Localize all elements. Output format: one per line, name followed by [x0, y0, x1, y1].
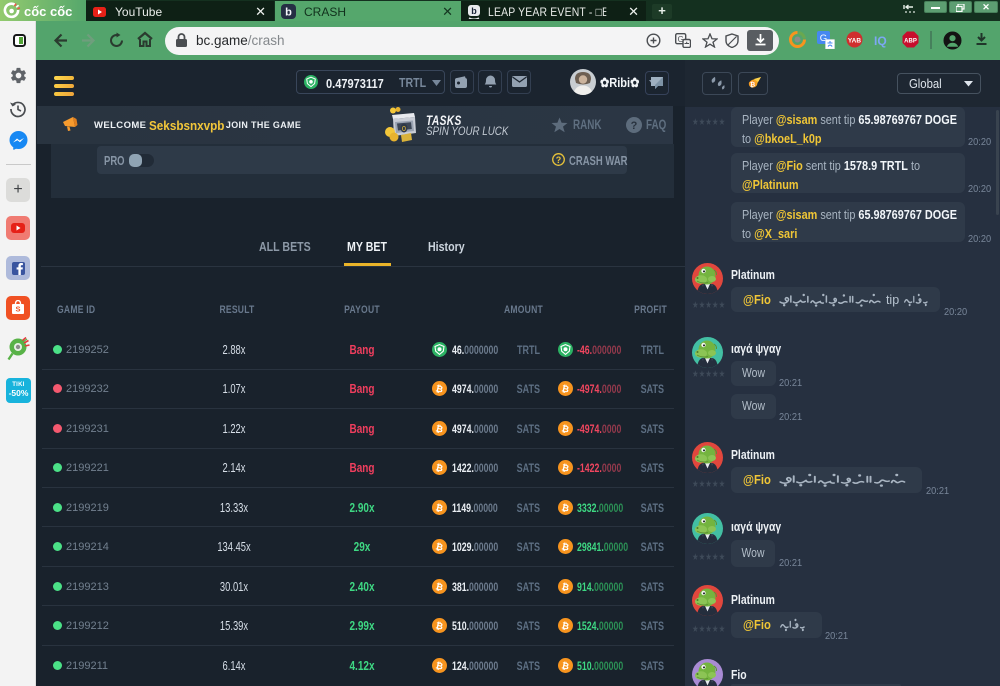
svg-text:S: S — [15, 305, 20, 314]
svg-text:?: ? — [631, 120, 638, 132]
svg-text:0: 0 — [402, 126, 406, 133]
svg-text:YAB: YAB — [848, 38, 861, 45]
svg-text:ABP: ABP — [904, 39, 917, 45]
svg-text:b: b — [285, 7, 292, 19]
svg-text:₿: ₿ — [749, 81, 754, 89]
svg-text:b: b — [471, 6, 477, 16]
svg-text:?: ? — [556, 155, 562, 165]
